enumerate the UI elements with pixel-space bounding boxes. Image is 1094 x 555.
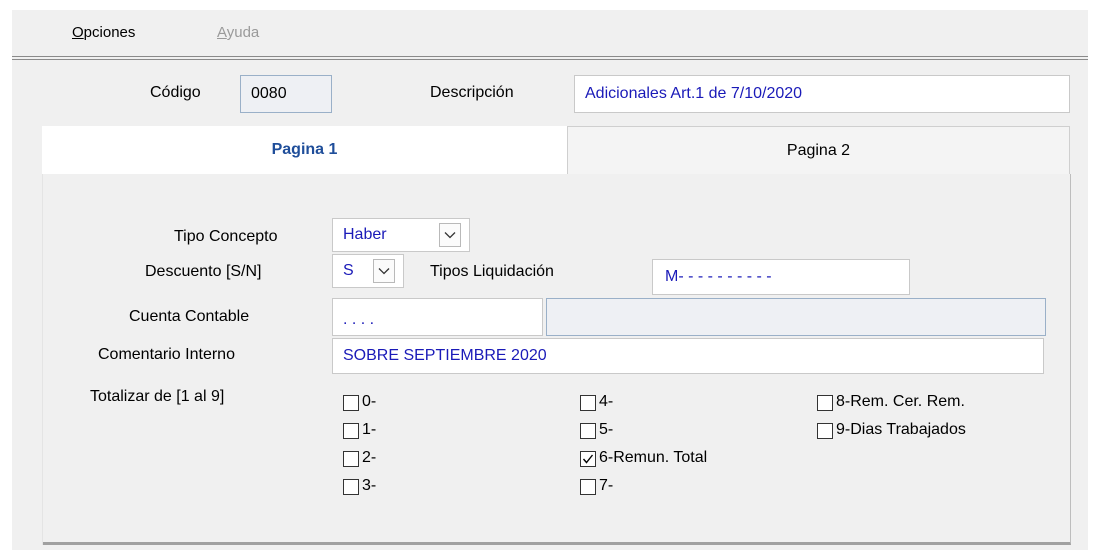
tab-panel-edge: [42, 174, 43, 545]
checkbox-6-label: 6-Remun. Total: [599, 449, 708, 466]
tab-pagina-1[interactable]: Pagina 1: [42, 126, 567, 174]
descuento-value: S: [343, 262, 354, 279]
cuenta-contable-descripcion: [546, 298, 1046, 336]
tipo-concepto-value: Haber: [343, 226, 387, 243]
tipos-liquidacion-label: Tipos Liquidación: [430, 263, 554, 280]
tipos-liquidacion-field[interactable]: M- - - - - - - - - -: [652, 259, 910, 295]
checkbox-5-label: 5-: [599, 421, 614, 438]
tipo-concepto-label: Tipo Concepto: [174, 228, 278, 245]
cuenta-contable-label: Cuenta Contable: [129, 308, 250, 325]
tab-pagina-2[interactable]: Pagina 2: [567, 126, 1070, 174]
menu-opciones-mnemonic: O: [72, 24, 84, 41]
checkbox-8-label: 8-Rem. Cer. Rem.: [836, 393, 965, 410]
checkbox-6[interactable]: [580, 451, 596, 467]
checkbox-1[interactable]: [343, 423, 359, 439]
checkbox-0[interactable]: [343, 395, 359, 411]
checkbox-4[interactable]: [580, 395, 596, 411]
checkmark-icon: [582, 454, 594, 464]
menu-separator-top: [12, 56, 1088, 57]
checkbox-9-label: 9-Dias Trabajados: [836, 421, 966, 438]
totalizar-label: Totalizar de [1 al 9]: [90, 388, 225, 405]
checkbox-2[interactable]: [343, 451, 359, 467]
tipo-concepto-select[interactable]: Haber: [332, 218, 470, 252]
comentario-interno-field[interactable]: SOBRE SEPTIEMBRE 2020: [332, 338, 1044, 374]
comentario-interno-label: Comentario Interno: [98, 346, 235, 363]
checkbox-8[interactable]: [817, 395, 833, 411]
menu-opciones[interactable]: Opciones: [72, 24, 135, 41]
menu-separator-bottom: [12, 59, 1088, 60]
menu-ayuda-mnemonic: A: [217, 24, 227, 41]
menu-bar: Opciones Ayuda: [12, 10, 1088, 56]
checkbox-7-label: 7-: [599, 477, 614, 494]
cuenta-contable-field[interactable]: . . . .: [332, 298, 543, 336]
checkbox-4-label: 4-: [599, 393, 614, 410]
checkbox-7[interactable]: [580, 479, 596, 495]
client-area: Opciones Ayuda Código 0080 Descripción A…: [12, 10, 1088, 550]
menu-ayuda[interactable]: Ayuda: [217, 24, 259, 41]
codigo-label: Código: [150, 84, 201, 101]
checkbox-0-label: 0-: [362, 393, 377, 410]
menu-ayuda-label: yuda: [226, 24, 260, 41]
descripcion-field[interactable]: Adicionales Art.1 de 7/10/2020: [574, 75, 1070, 113]
menu-opciones-label: pciones: [83, 24, 136, 41]
checkbox-1-label: 1-: [362, 421, 377, 438]
app-window: Opciones Ayuda Código 0080 Descripción A…: [0, 0, 1094, 555]
checkbox-2-label: 2-: [362, 449, 377, 466]
checkbox-3[interactable]: [343, 479, 359, 495]
checkbox-9[interactable]: [817, 423, 833, 439]
descripcion-label: Descripción: [430, 84, 514, 101]
descuento-label: Descuento [S/N]: [145, 263, 262, 280]
checkbox-5[interactable]: [580, 423, 596, 439]
codigo-field[interactable]: 0080: [240, 75, 332, 113]
chevron-down-icon[interactable]: [439, 223, 461, 247]
checkbox-3-label: 3-: [362, 477, 377, 494]
chevron-down-icon[interactable]: [373, 259, 395, 283]
descuento-select[interactable]: S: [332, 254, 404, 288]
